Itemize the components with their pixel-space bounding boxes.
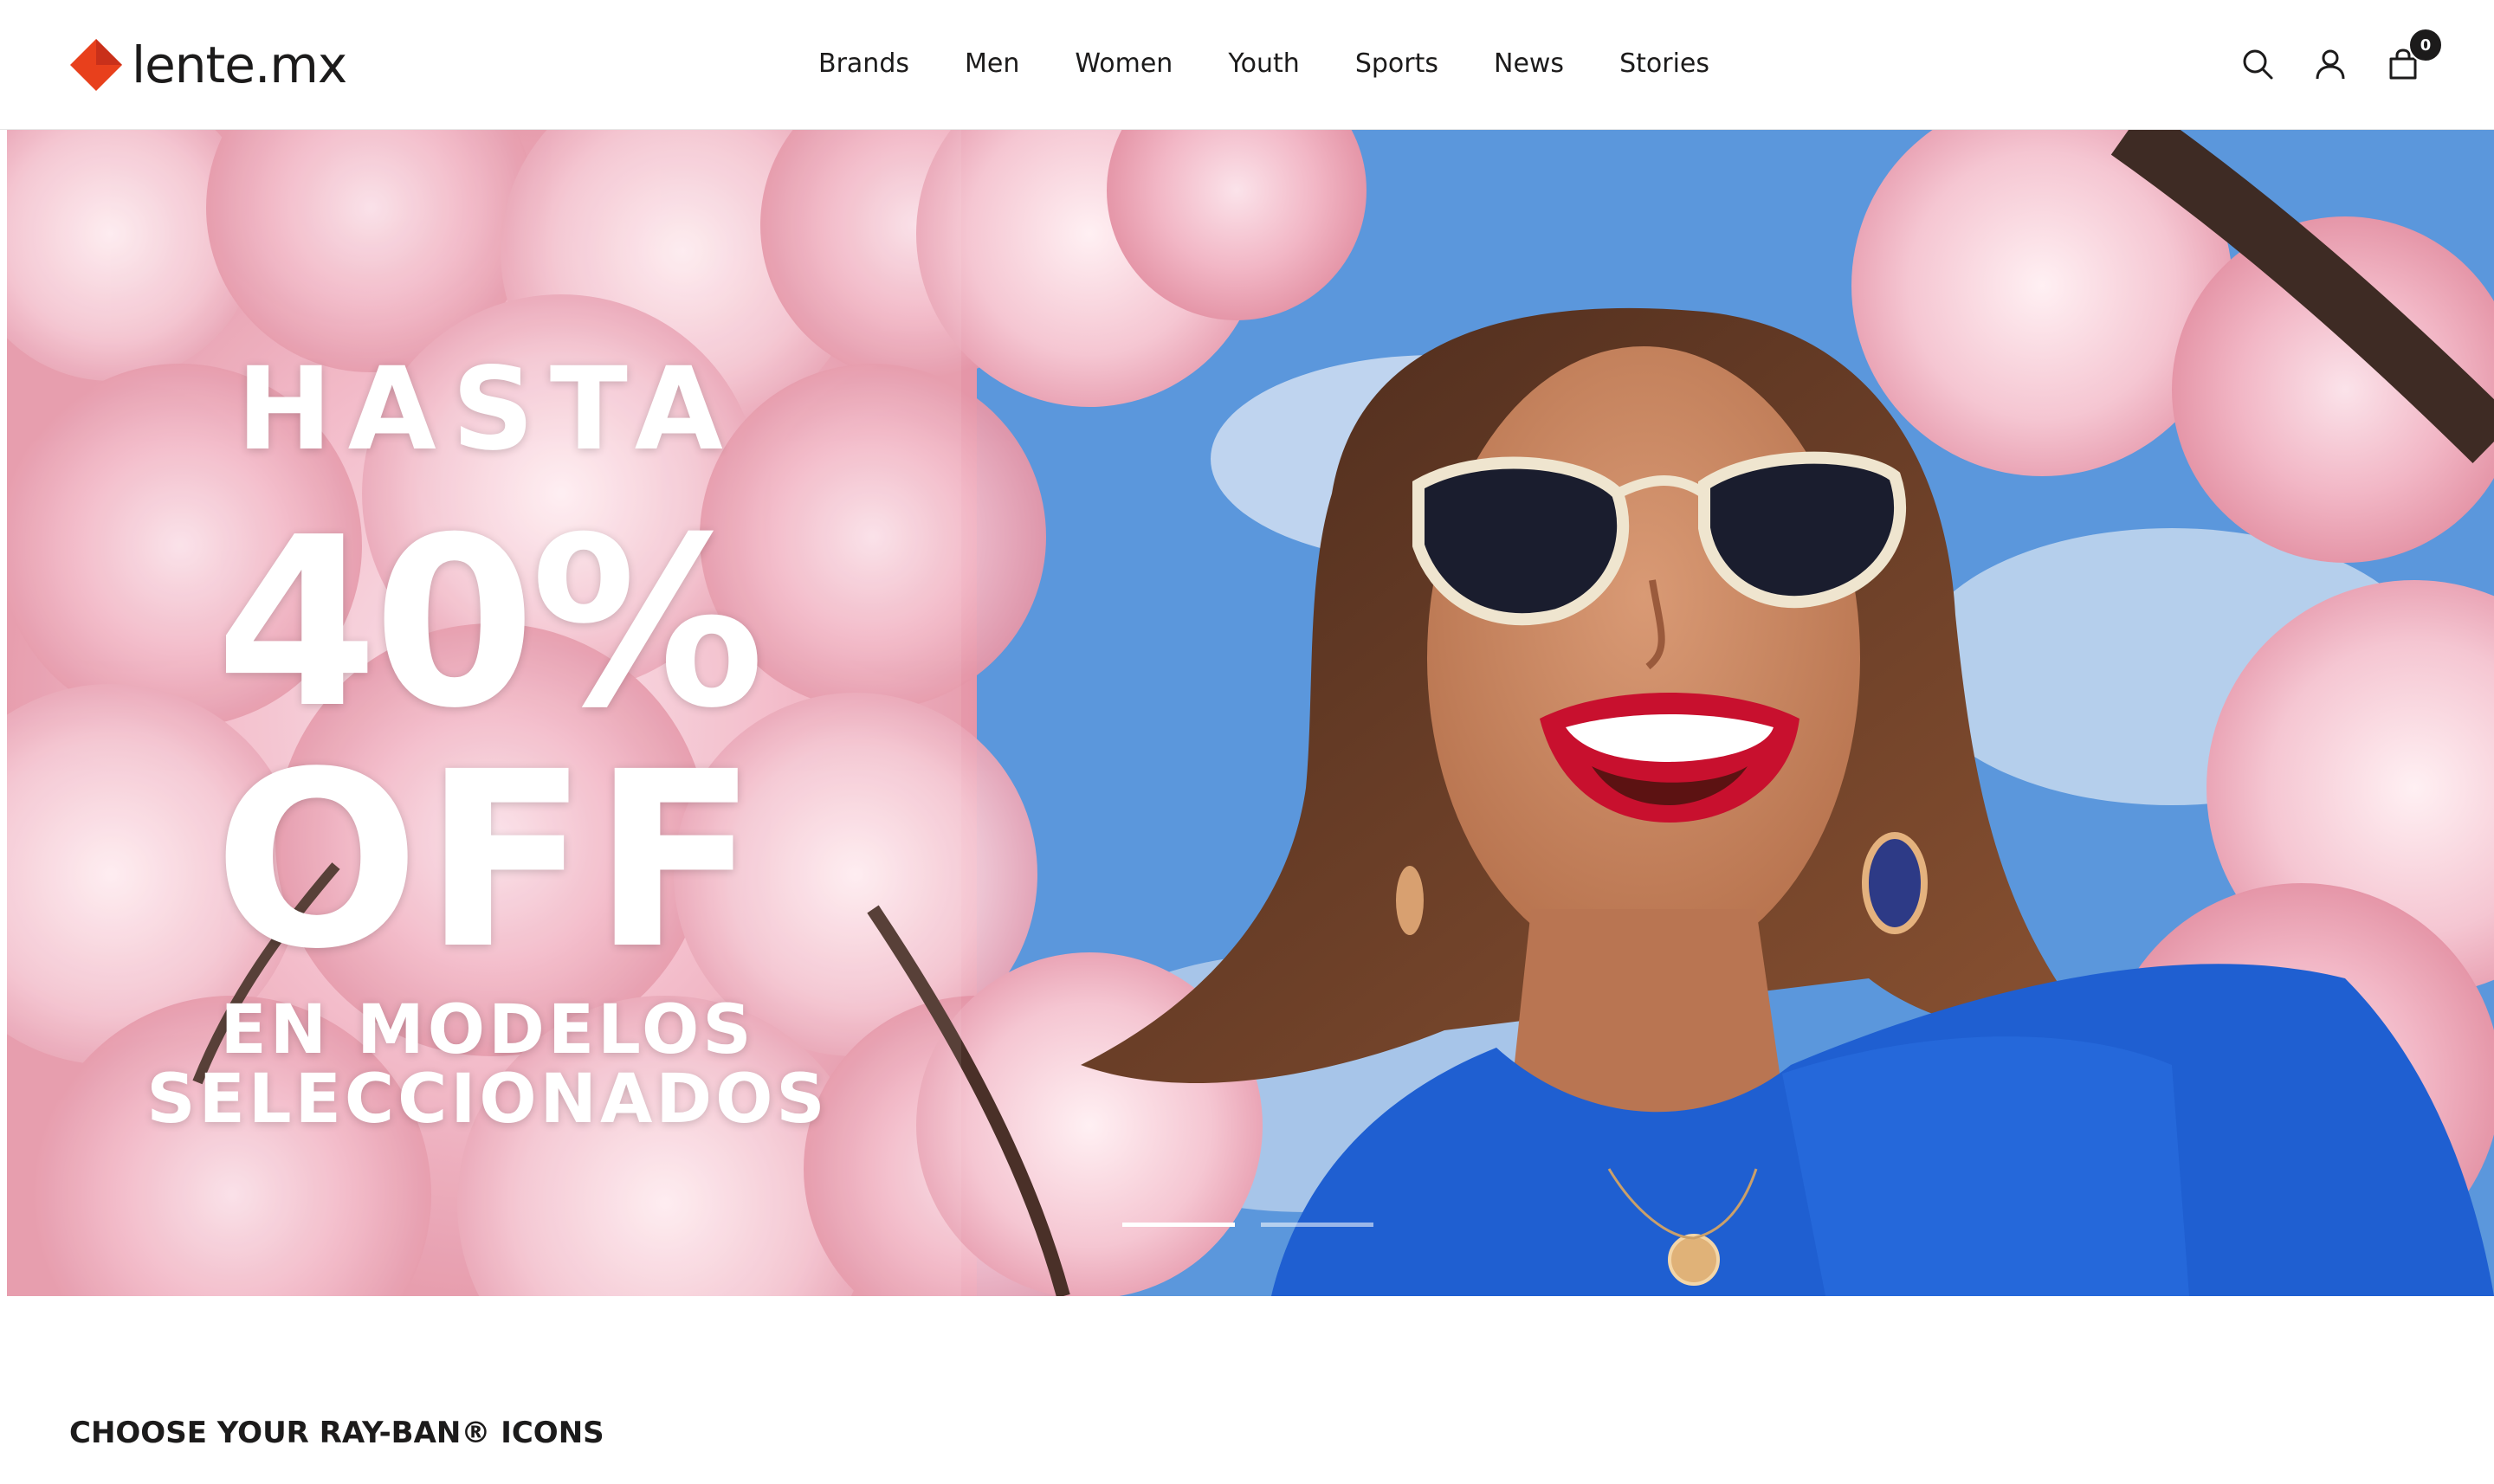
hero-headline-percent: 40% — [215, 487, 765, 759]
nav-item-women[interactable]: Women — [1075, 42, 1173, 87]
nav-item-brands[interactable]: Brands — [818, 42, 909, 87]
hero-headline-hasta: HASTA — [236, 343, 739, 476]
header-actions: 0 — [2239, 28, 2443, 90]
hero-headline-off: OFF — [213, 720, 762, 1003]
nav-item-youth[interactable]: Youth — [1228, 42, 1300, 87]
slider-dot-2[interactable] — [1261, 1223, 1373, 1227]
cart-button[interactable]: 0 — [2384, 28, 2443, 83]
hero-subline-1: EN MODELOS — [220, 991, 755, 1069]
main-nav: Brands Men Women Youth Sports News Stori… — [818, 42, 1709, 87]
cart-count-badge: 0 — [2408, 28, 2443, 62]
slider-pagination — [1122, 1223, 1399, 1233]
logo-text: lente.mx — [132, 35, 347, 94]
nav-item-sports[interactable]: Sports — [1355, 42, 1438, 87]
user-icon — [2316, 49, 2345, 80]
nav-item-men[interactable]: Men — [965, 42, 1019, 87]
slider-dot-1[interactable] — [1122, 1223, 1235, 1227]
hero-banner[interactable]: HASTA 40% OFF EN MODELOS SELECCIONADOS — [7, 130, 2494, 1296]
search-button[interactable] — [2239, 45, 2277, 83]
section-title: CHOOSE YOUR RAY-BAN® ICONS — [69, 1416, 604, 1450]
logo-diamond-icon — [70, 39, 122, 91]
nav-item-stories[interactable]: Stories — [1619, 42, 1709, 87]
logo[interactable]: lente.mx — [68, 33, 347, 97]
site-header: lente.mx Brands Men Women Youth Sports N… — [0, 0, 2494, 130]
account-button[interactable] — [2311, 45, 2349, 83]
hero-subline-2: SELECCIONADOS — [146, 1061, 829, 1139]
hero-promo-text: HASTA 40% OFF EN MODELOS SELECCIONADOS — [7, 130, 968, 1296]
nav-item-news[interactable]: News — [1494, 42, 1564, 87]
search-icon — [2243, 49, 2273, 80]
